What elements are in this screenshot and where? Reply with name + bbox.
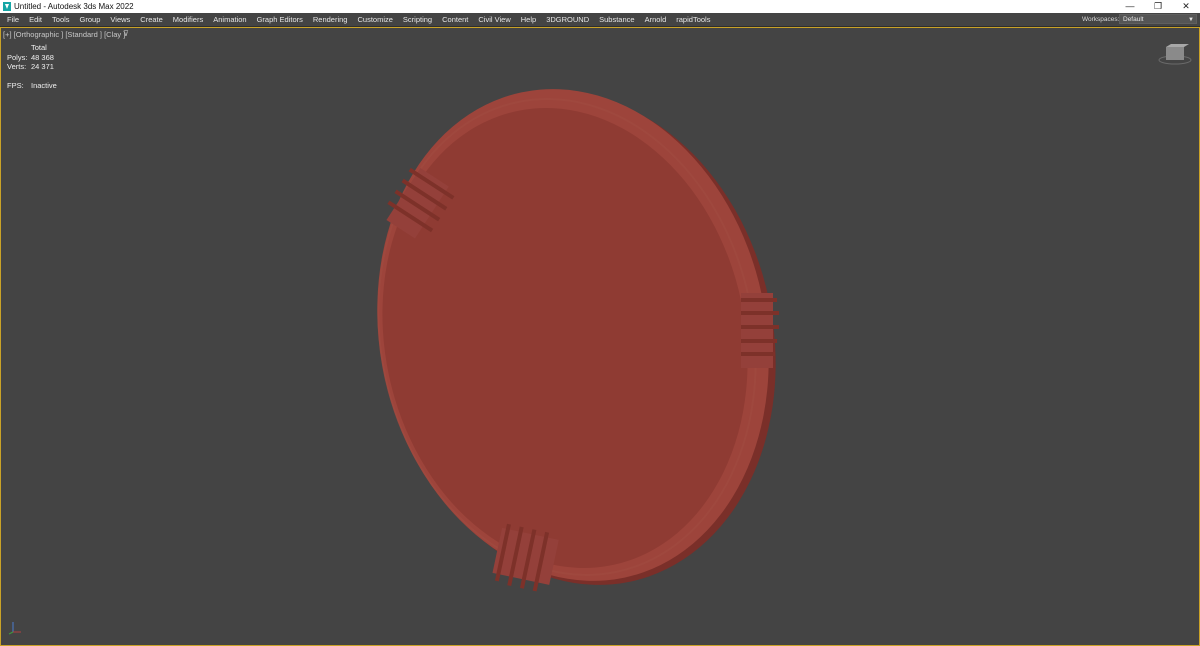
- chevron-down-icon: ▼: [1188, 17, 1194, 23]
- menu-scripting[interactable]: Scripting: [398, 13, 437, 26]
- menu-customize[interactable]: Customize: [352, 13, 397, 26]
- menu-substance[interactable]: Substance: [594, 13, 639, 26]
- oval-frame-model[interactable]: [1, 28, 1199, 645]
- title-bar: Untitled - Autodesk 3ds Max 2022 — ❐ ✕: [0, 0, 1200, 13]
- app-icon: [3, 2, 11, 11]
- menu-3dground[interactable]: 3DGROUND: [541, 13, 594, 26]
- perspective-viewport[interactable]: [+] [Orthographic ] [Standard ] [Clay ] …: [0, 27, 1200, 646]
- main-menu: File Edit Tools Group Views Create Modif…: [2, 13, 715, 26]
- menu-views[interactable]: Views: [105, 13, 135, 26]
- menu-tools[interactable]: Tools: [47, 13, 75, 26]
- menu-modifiers[interactable]: Modifiers: [168, 13, 208, 26]
- menu-rapidtools[interactable]: rapidTools: [671, 13, 715, 26]
- menu-civil-view[interactable]: Civil View: [473, 13, 515, 26]
- menu-bar: File Edit Tools Group Views Create Modif…: [0, 13, 1200, 27]
- menu-graph-editors[interactable]: Graph Editors: [252, 13, 308, 26]
- workspaces-value: Default: [1123, 16, 1144, 23]
- menu-arnold[interactable]: Arnold: [640, 13, 672, 26]
- workspaces-dropdown[interactable]: Default ▼: [1119, 14, 1197, 24]
- menu-help[interactable]: Help: [516, 13, 541, 26]
- restore-button[interactable]: ❐: [1144, 0, 1172, 13]
- close-button[interactable]: ✕: [1172, 0, 1200, 13]
- minimize-button[interactable]: —: [1116, 0, 1144, 13]
- menu-edit[interactable]: Edit: [24, 13, 47, 26]
- workspaces-label: Workspaces:: [1082, 16, 1120, 23]
- menu-content[interactable]: Content: [437, 13, 473, 26]
- viewcube-icon[interactable]: [1157, 41, 1193, 67]
- menu-animation[interactable]: Animation: [208, 13, 251, 26]
- menu-group[interactable]: Group: [75, 13, 106, 26]
- window-title: Untitled - Autodesk 3ds Max 2022: [14, 2, 134, 11]
- menu-file[interactable]: File: [2, 13, 24, 26]
- menu-rendering[interactable]: Rendering: [308, 13, 353, 26]
- axis-tripod-icon: [8, 622, 21, 635]
- menu-create[interactable]: Create: [135, 13, 168, 26]
